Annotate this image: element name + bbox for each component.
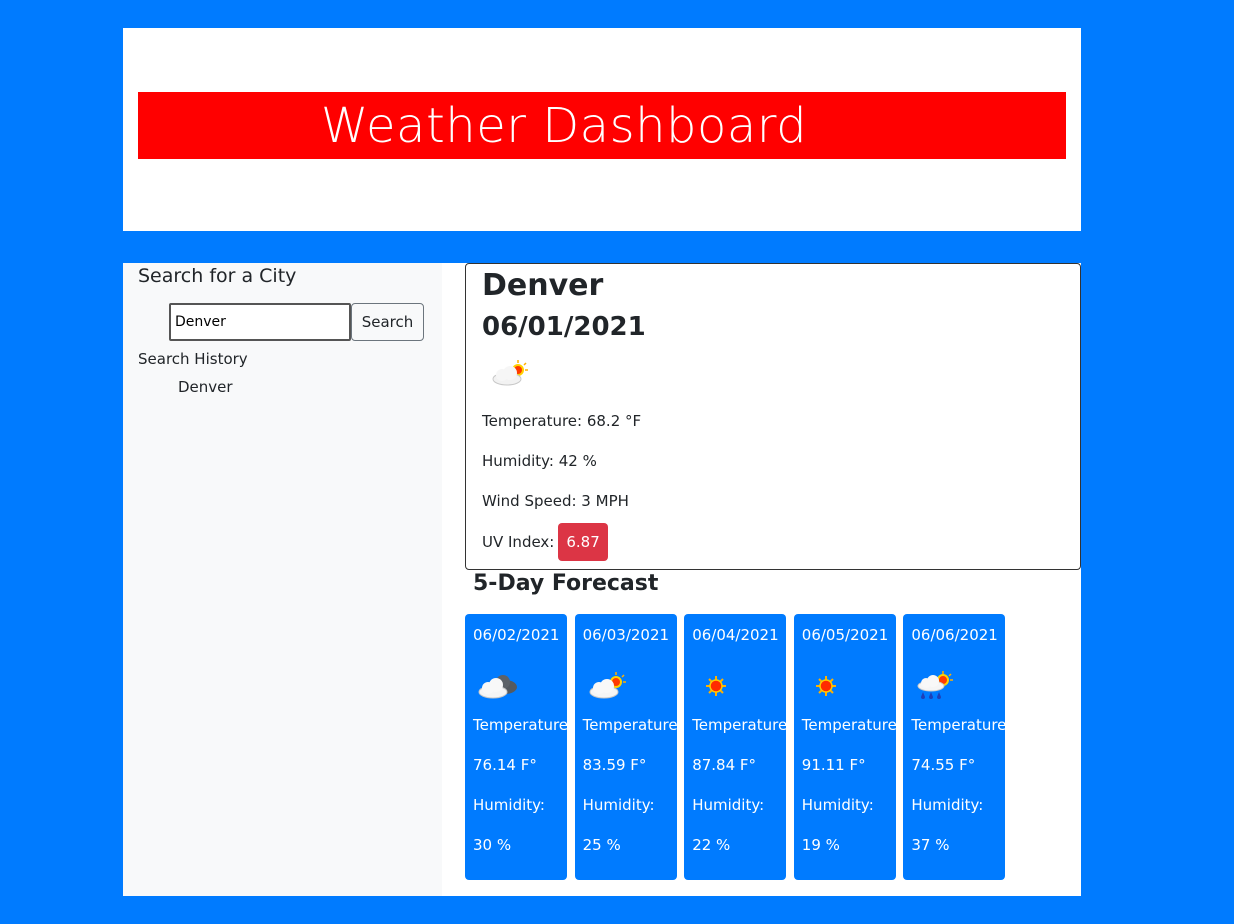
uv-index-badge: 6.87 xyxy=(558,523,608,561)
forecast-humidity: 37 % xyxy=(911,836,950,854)
forecast-temperature: 91.11 F° xyxy=(801,756,866,774)
history-list: Denver xyxy=(178,378,233,396)
forecast-humidity: 19 % xyxy=(801,836,840,854)
rain-sun-icon xyxy=(917,671,954,699)
forecast-date: 06/03/2021 xyxy=(582,626,670,644)
sidebar: Search for a City Search Search History … xyxy=(123,263,442,896)
current-wind-speed: Wind Speed: 3 MPH xyxy=(482,492,629,510)
forecast-row: 06/02/2021 Temperature: 76.14 F° Humidit… xyxy=(465,614,1013,880)
page-title: Weather Dashboard xyxy=(320,97,808,154)
forecast-temperature-label: Temperature: xyxy=(582,716,677,734)
forecast-humidity: 30 % xyxy=(473,836,512,854)
current-weather-card: Denver 06/01/2021 Temperature: 68.2 °F H… xyxy=(465,263,1081,570)
current-temperature: Temperature: 68.2 °F xyxy=(482,412,642,430)
search-input[interactable] xyxy=(169,303,351,341)
forecast-temperature: 76.14 F° xyxy=(473,756,537,774)
uv-index-label: UV Index: xyxy=(482,533,555,551)
forecast-card: 06/05/2021 Temperature: 91.11 F° Humidit… xyxy=(793,614,896,880)
forecast-temperature-label: Temperature: xyxy=(911,716,1006,734)
forecast-date: 06/02/2021 xyxy=(473,626,560,644)
forecast-card: 06/02/2021 Temperature: 76.14 F° Humidit… xyxy=(465,614,567,880)
current-humidity: Humidity: 42 % xyxy=(482,452,597,470)
forecast-humidity: 25 % xyxy=(582,836,621,854)
uv-index-row: UV Index: 6.87 xyxy=(482,523,608,561)
forecast-humidity-label: Humidity: xyxy=(582,796,655,814)
forecast-date: 06/04/2021 xyxy=(692,626,779,644)
search-button[interactable]: Search xyxy=(351,303,424,341)
page: Weather Dashboard Search for a City Sear… xyxy=(0,0,1234,924)
forecast-card: 06/04/2021 Temperature: 87.84 F° Humidit… xyxy=(684,614,787,880)
history-heading: Search History xyxy=(138,350,248,368)
forecast-humidity-label: Humidity: xyxy=(911,796,984,814)
forecast-humidity: 22 % xyxy=(692,836,731,854)
header: Weather Dashboard xyxy=(123,28,1081,231)
forecast-temperature: 74.55 F° xyxy=(911,756,976,774)
city-name: Denver xyxy=(482,268,604,303)
forecast-humidity-label: Humidity: xyxy=(692,796,765,814)
forecast-humidity-label: Humidity: xyxy=(801,796,874,814)
forecast-temperature: 87.84 F° xyxy=(692,756,757,774)
partly-cloudy-day-icon xyxy=(589,672,626,699)
title-banner: Weather Dashboard xyxy=(138,92,1066,159)
forecast-card: 06/06/2021 Temperature: 74.55 F° Humidit… xyxy=(903,614,1006,880)
sun-icon xyxy=(706,676,727,696)
forecast-temperature-label: Temperature: xyxy=(473,716,567,734)
search-heading: Search for a City xyxy=(138,265,297,287)
forecast-temperature-label: Temperature: xyxy=(801,716,896,734)
forecast-heading: 5-Day Forecast xyxy=(473,571,659,596)
search-form: Search xyxy=(169,303,424,341)
forecast-card: 06/03/2021 Temperature: 83.59 F° Humidit… xyxy=(574,614,677,880)
forecast-date: 06/05/2021 xyxy=(801,626,889,644)
forecast-date: 06/06/2021 xyxy=(911,626,998,644)
main-container: Search for a City Search Search History … xyxy=(123,263,1081,896)
current-date: 06/01/2021 xyxy=(482,312,646,342)
forecast-humidity-label: Humidity: xyxy=(473,796,545,814)
history-item[interactable]: Denver xyxy=(178,378,233,396)
forecast-temperature-label: Temperature: xyxy=(692,716,787,734)
sun-icon xyxy=(815,676,836,696)
cloudy-icon xyxy=(478,675,517,699)
partly-cloudy-day-icon xyxy=(492,360,528,386)
forecast-temperature: 83.59 F° xyxy=(582,756,647,774)
